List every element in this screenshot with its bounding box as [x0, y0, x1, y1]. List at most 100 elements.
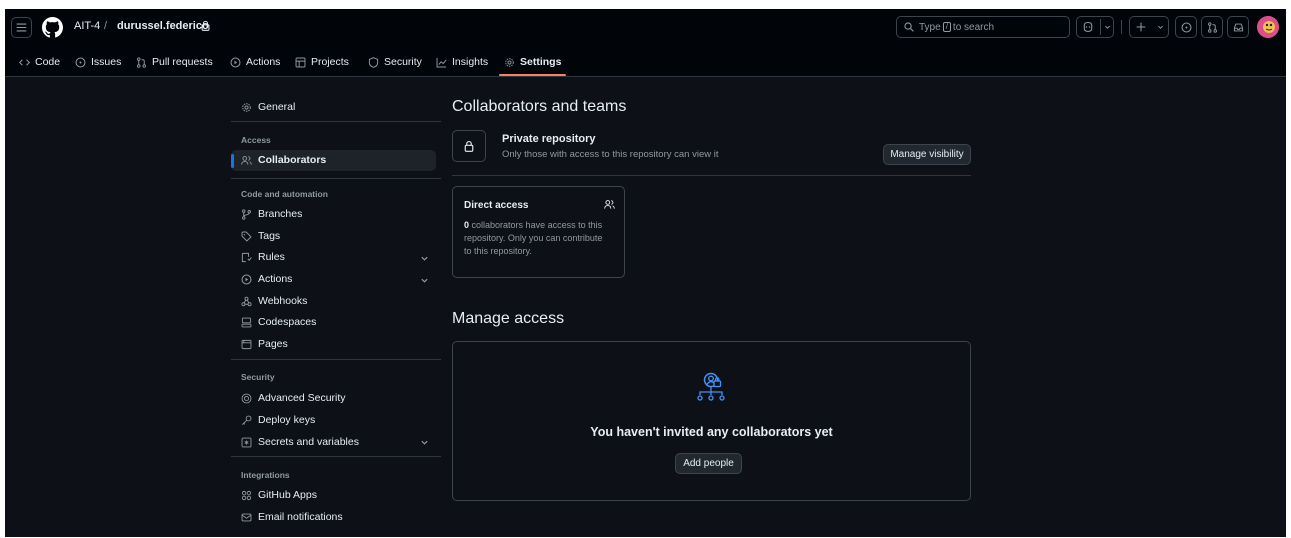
- direct-access-card: Direct access 0 collaborators have acces…: [452, 186, 625, 278]
- tab-actions[interactable]: Actions: [230, 54, 280, 70]
- manage-access-title: Manage access: [452, 310, 565, 327]
- sidebar-item-deploy-keys[interactable]: Deploy keys: [241, 411, 315, 429]
- sidebar-item-email-notifications[interactable]: Email notifications: [241, 508, 343, 526]
- sidebar-item-pages[interactable]: Pages: [241, 335, 288, 353]
- sidebar-item-codespaces[interactable]: Codespaces: [241, 313, 316, 331]
- play-icon: [230, 57, 241, 67]
- rules-icon: [241, 252, 252, 262]
- sidebar-item-label: Actions: [258, 273, 293, 285]
- tab-label: Projects: [311, 56, 349, 68]
- sidebar-item-advanced-security[interactable]: Advanced Security: [241, 389, 346, 407]
- sidebar-divider: [231, 121, 441, 122]
- sidebar-divider: [231, 178, 441, 179]
- sidebar-heading-code-automation: Code and automation: [241, 189, 328, 199]
- plus-icon: [1136, 22, 1146, 32]
- collaborator-count: 0: [464, 220, 470, 230]
- sidebar-item-secrets-variables[interactable]: Secrets and variables: [241, 433, 359, 451]
- key-asterisk-icon: [241, 437, 252, 447]
- search-placeholder-prefix: Type: [919, 21, 941, 33]
- browser-icon: [241, 339, 252, 349]
- sidebar-item-branches[interactable]: Branches: [241, 205, 302, 223]
- search-placeholder-suffix: to search: [952, 21, 995, 33]
- selected-tab-indicator: [499, 74, 566, 76]
- private-repo-title: Private repository: [502, 133, 596, 145]
- inbox-icon: [1233, 23, 1243, 31]
- sidebar-item-label: Rules: [258, 251, 285, 263]
- pull-requests-button[interactable]: [1201, 16, 1223, 38]
- breadcrumb-owner[interactable]: AIT-4: [74, 20, 100, 32]
- manage-access-panel: You haven't invited any collaborators ye…: [452, 341, 971, 501]
- tab-issues[interactable]: Issues: [75, 54, 121, 70]
- private-repo-description: Only those with access to this repositor…: [502, 149, 719, 160]
- sidebar-heading-access: Access: [241, 135, 271, 145]
- inbox-button[interactable]: [1227, 16, 1249, 38]
- sidebar-item-label: Tags: [258, 230, 281, 242]
- copilot-button[interactable]: [1076, 16, 1114, 38]
- shield-icon: [368, 56, 379, 68]
- add-people-button[interactable]: Add people: [675, 453, 742, 474]
- breadcrumb-repo[interactable]: durussel.federico: [117, 20, 209, 32]
- app-window: AIT-4 / durussel.federico Type / to sear…: [5, 9, 1286, 537]
- sidebar-item-github-apps[interactable]: GitHub Apps: [241, 486, 317, 504]
- direct-access-line-1: 0 collaborators have access to this: [464, 219, 602, 232]
- global-header: AIT-4 / durussel.federico Type / to sear…: [5, 9, 1286, 45]
- tab-label: Issues: [91, 56, 122, 68]
- sidebar-item-label: Collaborators: [258, 154, 327, 166]
- tab-label: Settings: [520, 56, 562, 68]
- sidebar-item-label: General: [258, 101, 296, 113]
- github-logo[interactable]: [42, 17, 63, 38]
- tab-settings[interactable]: Settings: [504, 54, 561, 70]
- chevron-down-icon[interactable]: [420, 276, 429, 285]
- sidebar-item-label: Branches: [258, 208, 303, 220]
- people-icon: [604, 200, 615, 209]
- section-divider: [452, 175, 971, 176]
- hamburger-icon: [16, 23, 27, 32]
- sidebar-item-tags[interactable]: Tags: [241, 227, 280, 245]
- search-input[interactable]: Type / to search: [896, 16, 1070, 38]
- issues-button[interactable]: [1175, 16, 1197, 38]
- gear-icon: [242, 102, 251, 112]
- empty-state-message: You haven't invited any collaborators ye…: [590, 425, 833, 439]
- sidebar-item-actions[interactable]: Actions: [241, 270, 292, 288]
- sidebar-item-label: Pages: [258, 338, 288, 350]
- sidebar-item-label: Secrets and variables: [258, 436, 359, 448]
- mail-icon: [241, 513, 252, 521]
- tab-pull-requests[interactable]: Pull requests: [136, 54, 213, 70]
- sidebar-heading-integrations: Integrations: [241, 470, 290, 480]
- direct-access-text: collaborators have access to this: [471, 220, 603, 230]
- issue-icon: [1181, 22, 1191, 32]
- copilot-icon: [1083, 21, 1093, 33]
- tab-code[interactable]: Code: [19, 54, 60, 70]
- webhook-icon: [241, 296, 252, 306]
- direct-access-line-2: repository. Only you can contribute: [464, 233, 603, 243]
- manage-visibility-button[interactable]: Manage visibility: [883, 144, 971, 165]
- tag-icon: [241, 231, 252, 242]
- sidebar-item-rules[interactable]: Rules: [241, 248, 285, 266]
- tab-label: Actions: [246, 56, 281, 68]
- gear-icon: [505, 57, 514, 67]
- sidebar-item-general[interactable]: General: [241, 98, 295, 116]
- breadcrumb-separator: /: [104, 20, 108, 32]
- tab-projects[interactable]: Projects: [295, 54, 349, 70]
- create-new-button[interactable]: [1129, 16, 1169, 38]
- search-shortcut-key: /: [942, 22, 951, 32]
- graph-icon: [436, 57, 447, 67]
- codescan-icon: [241, 393, 252, 403]
- tab-security[interactable]: Security: [368, 54, 422, 70]
- direct-access-title: Direct access: [464, 200, 529, 211]
- tab-insights[interactable]: Insights: [436, 54, 488, 70]
- sidebar-item-label: Advanced Security: [258, 392, 346, 404]
- header-divider: [1121, 20, 1122, 34]
- codespaces-icon: [241, 317, 252, 327]
- chevron-down-icon[interactable]: [420, 254, 429, 263]
- chevron-down-icon: [1105, 25, 1110, 29]
- chevron-down-icon[interactable]: [420, 438, 429, 447]
- sidebar-item-webhooks[interactable]: Webhooks: [241, 292, 307, 310]
- sidebar-divider: [231, 359, 441, 360]
- avatar[interactable]: [1257, 16, 1279, 38]
- sidebar-divider: [231, 456, 441, 457]
- sidebar-item-label: Codespaces: [258, 316, 317, 328]
- sidebar-item-collaborators[interactable]: Collaborators: [241, 151, 326, 169]
- hamburger-menu-button[interactable]: [11, 17, 32, 38]
- sidebar-item-label: Webhooks: [258, 295, 308, 307]
